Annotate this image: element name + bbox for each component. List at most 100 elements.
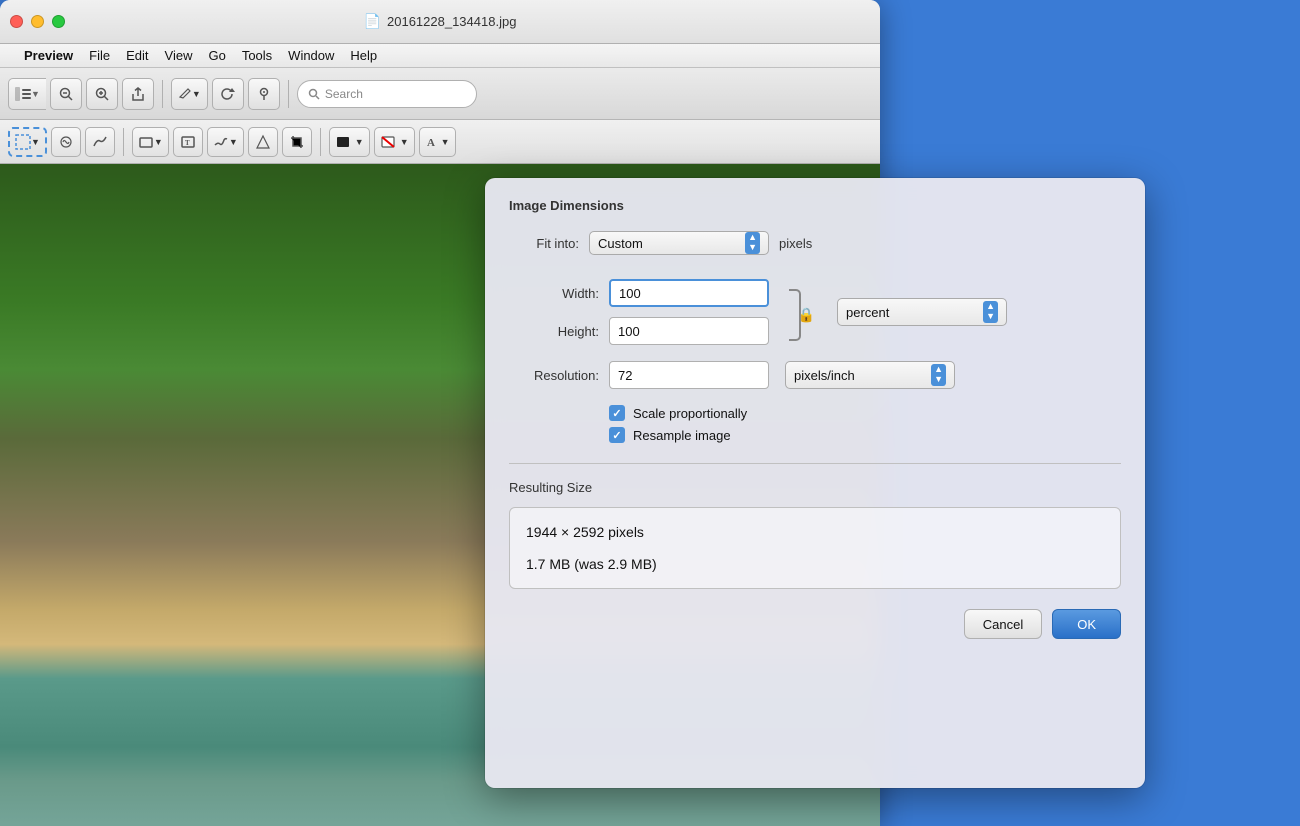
rotate-icon: [221, 87, 235, 101]
traffic-lights: [10, 15, 65, 28]
resample-image-label: Resample image: [633, 428, 731, 443]
text-style-button[interactable]: A ▼: [419, 127, 456, 157]
resolution-unit-select[interactable]: pixels/inch ▲ ▼: [785, 361, 955, 389]
crop-button[interactable]: [282, 127, 312, 157]
fit-unit-label: pixels: [779, 236, 812, 251]
border-color-button[interactable]: ▼: [329, 127, 370, 157]
width-input[interactable]: [609, 279, 769, 307]
sidebar-icon: [15, 87, 31, 101]
zoom-out-icon: [59, 87, 73, 101]
selection-icon: [15, 134, 31, 150]
title-bar-center: 📄 20161228_134418.jpg: [364, 13, 517, 30]
toolbar-separator-2: [288, 80, 289, 108]
sketch-icon: [92, 134, 108, 150]
width-unit-select[interactable]: percent ▲ ▼: [837, 298, 1007, 326]
resolution-row: Resolution: pixels/inch ▲ ▼: [509, 361, 1121, 389]
close-button[interactable]: [10, 15, 23, 28]
minimize-button[interactable]: [31, 15, 44, 28]
menu-preview[interactable]: Preview: [16, 48, 81, 63]
sign-button[interactable]: ▼: [207, 127, 244, 157]
fit-into-arrows: ▲ ▼: [745, 232, 760, 254]
unit-value: percent: [846, 305, 889, 320]
height-input[interactable]: [609, 317, 769, 345]
menu-edit[interactable]: Edit: [118, 48, 156, 63]
share-icon: [130, 86, 146, 102]
toolbar: ▼ ▼: [0, 68, 880, 120]
window-title: 20161228_134418.jpg: [387, 14, 516, 29]
menu-tools[interactable]: Tools: [234, 48, 280, 63]
ok-button[interactable]: OK: [1052, 609, 1121, 639]
instant-alpha-icon: [58, 134, 74, 150]
wh-inputs: Width: Height:: [509, 279, 769, 345]
sidebar-toggle-button[interactable]: ▼: [8, 78, 46, 110]
markup-icon: [178, 87, 192, 101]
menu-file[interactable]: File: [81, 48, 118, 63]
fit-into-label: Fit into:: [509, 236, 579, 251]
svg-text:T: T: [185, 139, 190, 147]
anno-separator-1: [123, 128, 124, 156]
text-icon: T: [180, 134, 196, 150]
shapes-icon: [138, 134, 154, 150]
height-label: Height:: [509, 324, 599, 339]
adjust-icon: [255, 134, 271, 150]
zoom-in-button[interactable]: [86, 78, 118, 110]
share-button[interactable]: [122, 78, 154, 110]
scale-proportionally-checkbox[interactable]: ✓: [609, 405, 625, 421]
selection-tool-button[interactable]: ▼: [8, 127, 47, 157]
resolution-input[interactable]: [609, 361, 769, 389]
lock-section: 🔒: [781, 279, 801, 345]
search-box[interactable]: Search: [297, 80, 477, 108]
dialog-title: Image Dimensions: [509, 198, 1121, 213]
width-label: Width:: [509, 286, 599, 301]
resample-image-checkbox[interactable]: ✓: [609, 427, 625, 443]
shapes-button[interactable]: ▼: [132, 127, 169, 157]
text-style-icon: A: [425, 134, 441, 150]
dialog-buttons: Cancel OK: [509, 609, 1121, 639]
location-button[interactable]: [248, 78, 280, 110]
size-mb: 1.7 MB (was 2.9 MB): [526, 556, 1104, 572]
anno-separator-2: [320, 128, 321, 156]
fit-into-select[interactable]: Custom ▲ ▼: [589, 231, 769, 255]
chevron-down-icon: ▼: [229, 137, 238, 147]
resulting-size-box: 1944 × 2592 pixels 1.7 MB (was 2.9 MB): [509, 507, 1121, 589]
dimensions-section: Width: Height: 🔒 percent ▲ ▼: [509, 279, 1121, 345]
instant-alpha-button[interactable]: [51, 127, 81, 157]
cancel-button[interactable]: Cancel: [964, 609, 1042, 639]
fill-color-button[interactable]: ▼: [374, 127, 415, 157]
search-icon: [308, 88, 320, 100]
fill-color-icon: [380, 134, 400, 150]
checkboxes-section: ✓ Scale proportionally ✓ Resample image: [609, 405, 1121, 443]
title-bar: 📄 20161228_134418.jpg: [0, 0, 880, 44]
chevron-down-icon: ▼: [31, 89, 40, 99]
menu-window[interactable]: Window: [280, 48, 342, 63]
chevron-down-icon: ▼: [154, 137, 163, 147]
resulting-size-title: Resulting Size: [509, 480, 1121, 495]
text-button[interactable]: T: [173, 127, 203, 157]
sketch-button[interactable]: [85, 127, 115, 157]
border-color-icon: [335, 134, 355, 150]
fit-into-value: Custom: [598, 236, 643, 251]
width-row: Width:: [509, 279, 769, 307]
unit-selects: percent ▲ ▼: [837, 279, 1007, 345]
svg-text:A: A: [427, 137, 435, 149]
dialog-divider: [509, 463, 1121, 464]
lock-bracket-container: 🔒: [781, 289, 801, 341]
adjust-button[interactable]: [248, 127, 278, 157]
rotate-button[interactable]: [212, 78, 244, 110]
scale-proportionally-row: ✓ Scale proportionally: [609, 405, 1121, 421]
menu-help[interactable]: Help: [342, 48, 385, 63]
menu-go[interactable]: Go: [200, 48, 233, 63]
zoom-in-icon: [95, 87, 109, 101]
toolbar-separator-1: [162, 80, 163, 108]
location-icon: [257, 87, 271, 101]
chevron-down-icon: ▼: [192, 89, 201, 99]
maximize-button[interactable]: [52, 15, 65, 28]
resample-image-row: ✓ Resample image: [609, 427, 1121, 443]
lock-icon: 🔒: [798, 306, 815, 323]
chevron-down-icon: ▼: [441, 137, 450, 147]
res-unit-value: pixels/inch: [794, 368, 855, 383]
markup-button[interactable]: ▼: [171, 78, 208, 110]
zoom-out-button[interactable]: [50, 78, 82, 110]
app-menu: Preview File Edit View Go Tools Window H…: [0, 44, 880, 68]
menu-view[interactable]: View: [157, 48, 201, 63]
